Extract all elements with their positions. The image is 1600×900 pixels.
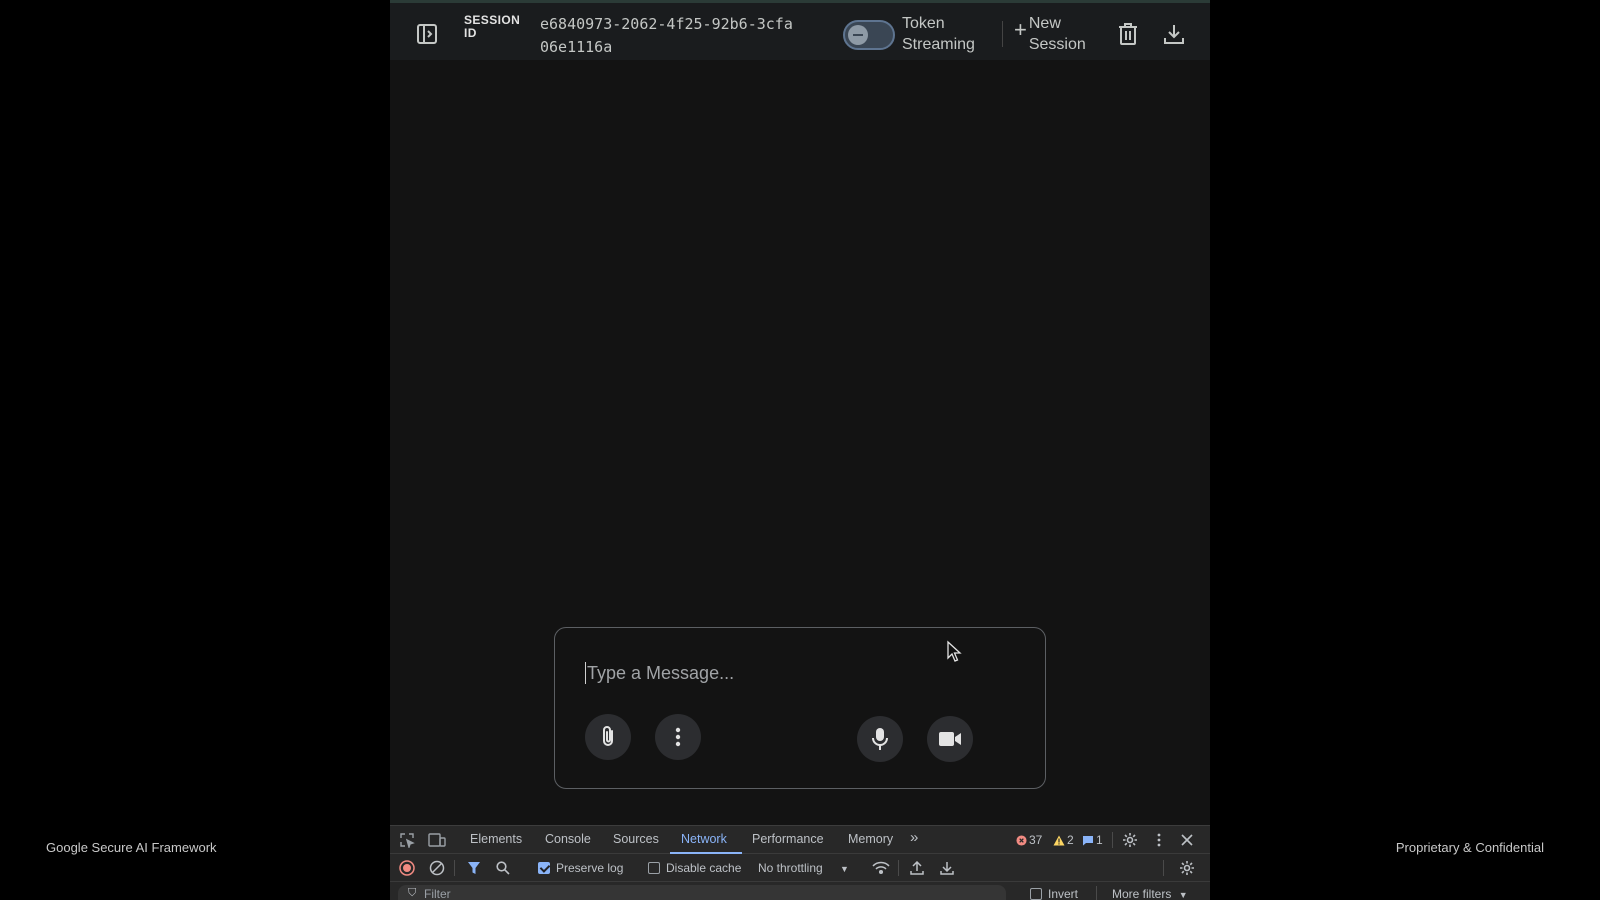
session-id-value: e6840973-2062-4f25-92b6-3cfa06e1116a	[540, 15, 793, 56]
devtools-tab-performance[interactable]: Performance	[752, 832, 824, 846]
filter-funnel-small-icon: ⛉	[408, 887, 417, 899]
camera-button[interactable]	[927, 716, 973, 762]
error-count-badge[interactable]: 37	[1016, 833, 1042, 847]
customize-menu-icon[interactable]	[1150, 831, 1168, 849]
close-devtools-icon[interactable]	[1178, 831, 1196, 849]
inspect-element-icon[interactable]	[398, 831, 416, 849]
settings-gear-icon[interactable]	[1121, 831, 1139, 849]
text-caret	[585, 662, 586, 684]
toolbar-separator	[1096, 886, 1097, 900]
filter-input[interactable]	[398, 885, 1006, 900]
message-count-badge[interactable]: 1	[1082, 833, 1103, 847]
toolbar-separator	[1112, 832, 1113, 848]
preserve-log-label: Preserve log	[556, 861, 624, 875]
devtools-tab-network[interactable]: Network	[681, 832, 727, 846]
sidebar-toggle-icon[interactable]	[414, 21, 440, 47]
throttling-select[interactable]: No throttling ▼	[758, 861, 849, 875]
toolbar-separator	[454, 860, 455, 876]
devtools-tab-bar: Elements Console Sources Network Perform…	[390, 826, 1210, 854]
chat-app-window: SESSION ID e6840973-2062-4f25-92b6-3cfa0…	[390, 0, 1210, 900]
device-toolbar-icon[interactable]	[428, 831, 446, 849]
footer-confidential-text: Proprietary & Confidential	[1395, 840, 1544, 855]
preserve-log-checkbox[interactable]: Preserve log	[538, 861, 623, 875]
devtools-tab-memory[interactable]: Memory	[848, 832, 893, 846]
filter-bar: ⛉ Filter Invert More filters ▼	[390, 882, 1210, 900]
filter-placeholder: Filter	[424, 887, 451, 900]
message-count: 1	[1096, 833, 1103, 847]
warning-count-badge[interactable]: 2	[1053, 833, 1074, 847]
footer-brand-text: Google Secure AI Framework	[46, 840, 217, 855]
network-conditions-icon[interactable]	[872, 859, 890, 877]
message-input[interactable]	[587, 658, 987, 688]
more-vert-icon	[675, 727, 681, 747]
disable-cache-label: Disable cache	[666, 861, 742, 875]
throttling-value: No throttling	[758, 861, 823, 875]
disable-cache-checkbox[interactable]: Disable cache	[648, 861, 741, 875]
dropdown-arrow-icon: ▼	[840, 864, 849, 874]
dropdown-arrow-icon: ▼	[1178, 890, 1188, 900]
plus-icon: +	[1014, 17, 1027, 42]
network-settings-gear-icon[interactable]	[1178, 859, 1196, 877]
toolbar-separator	[898, 860, 899, 876]
devtools-tab-elements[interactable]: Elements	[470, 832, 522, 846]
error-count: 37	[1029, 833, 1043, 847]
new-session-label: New Session	[1028, 15, 1086, 53]
export-har-icon[interactable]	[938, 859, 956, 877]
header-divider	[1002, 21, 1003, 47]
devtools-tab-sources[interactable]: Sources	[613, 832, 659, 846]
session-id-label: SESSION ID	[464, 13, 521, 40]
download-icon[interactable]	[1162, 21, 1186, 47]
warning-count: 2	[1067, 833, 1074, 847]
attach-button[interactable]	[585, 714, 631, 760]
token-streaming-toggle[interactable]	[843, 20, 895, 50]
import-har-icon[interactable]	[908, 859, 926, 877]
delete-session-icon[interactable]	[1116, 21, 1140, 47]
mouse-pointer-icon	[947, 640, 962, 662]
search-icon[interactable]	[494, 859, 512, 877]
message-composer	[554, 627, 1046, 789]
more-filters-label: More filters	[1112, 887, 1172, 900]
invert-check	[1030, 888, 1042, 900]
microphone-button[interactable]	[857, 716, 903, 762]
record-stop-icon[interactable]	[398, 859, 416, 877]
top-bar: SESSION ID e6840973-2062-4f25-92b6-3cfa0…	[390, 0, 1210, 60]
microphone-icon	[872, 728, 888, 750]
more-filters-dropdown[interactable]: More filters ▼	[1112, 887, 1188, 900]
toggle-knob	[848, 25, 868, 45]
toolbar-separator	[1163, 860, 1164, 876]
invert-checkbox[interactable]: Invert	[1030, 887, 1078, 900]
paperclip-icon	[603, 726, 613, 746]
filter-funnel-icon[interactable]	[465, 859, 483, 877]
warning-icon	[1053, 835, 1065, 845]
devtools-tab-console[interactable]: Console	[545, 832, 591, 846]
clear-log-icon[interactable]	[428, 859, 446, 877]
new-session-button[interactable]: + New Session	[1014, 13, 1091, 55]
message-icon	[1083, 835, 1093, 845]
preserve-log-check	[538, 862, 550, 874]
invert-label: Invert	[1048, 887, 1079, 900]
devtools-panel: Elements Console Sources Network Perform…	[390, 825, 1210, 900]
network-toolbar: Preserve log Disable cache No throttling…	[390, 854, 1210, 882]
disable-cache-check	[648, 862, 660, 874]
videocam-icon	[939, 732, 961, 746]
token-streaming-label: Token Streaming	[902, 15, 975, 53]
more-options-button[interactable]	[655, 714, 701, 760]
error-icon	[1016, 834, 1027, 846]
more-tabs-chevron-icon[interactable]: »	[910, 829, 918, 846]
